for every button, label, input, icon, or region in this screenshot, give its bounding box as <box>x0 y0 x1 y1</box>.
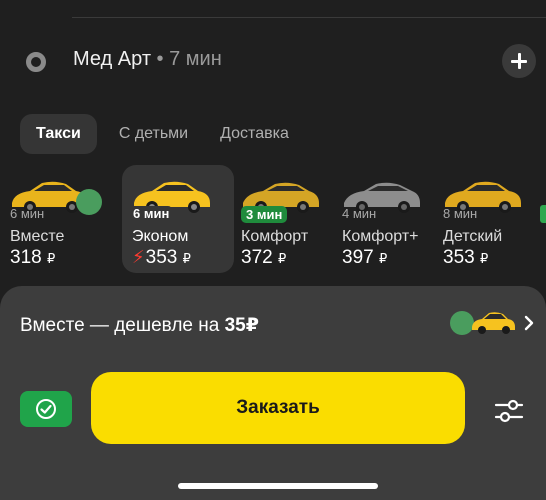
tariff-eta-badge: 3 мин <box>241 206 288 223</box>
next-card-edge <box>540 205 546 223</box>
tab-taxi[interactable]: Такси <box>20 114 97 154</box>
tariff-name: Комфорт+ <box>342 228 419 245</box>
tariff-card-ekonom[interactable]: 6 мин Эконом ⚡353 ₽ <box>122 165 234 273</box>
price-value: 372 <box>241 247 273 268</box>
price-value: 353 <box>145 247 178 268</box>
home-indicator[interactable] <box>178 483 378 489</box>
payment-method-button[interactable] <box>20 391 72 427</box>
price-value: 353 <box>443 247 475 268</box>
tariff-price: 372 ₽ <box>241 247 286 269</box>
tariff-price: 397 ₽ <box>342 247 387 269</box>
tariff-card-komfort[interactable]: 3 мин Комфорт 372 ₽ <box>231 165 343 273</box>
destination-row[interactable]: Мед Арт • 7 мин <box>0 36 546 84</box>
currency-symbol: ₽ <box>378 251 388 266</box>
tab-with-kids[interactable]: С детьми <box>103 114 204 154</box>
chevron-right-icon[interactable] <box>523 315 535 331</box>
promo-text: Вместе — дешевле на <box>20 315 225 336</box>
tariff-name: Вместе <box>10 228 65 245</box>
promo-banner[interactable]: Вместе — дешевле на 35₽ <box>20 314 259 337</box>
promo-amount: 35₽ <box>224 315 259 336</box>
tariff-card-detskiy[interactable]: 8 мин Детский 353 ₽ <box>433 165 545 273</box>
tariff-eta: 8 мин <box>443 206 478 221</box>
tariff-eta: 6 мин <box>10 206 45 221</box>
shared-ride-icon <box>76 189 102 215</box>
check-circle-icon <box>36 399 56 419</box>
currency-symbol: ₽ <box>277 251 287 266</box>
surge-bolt-icon: ⚡ <box>132 247 145 267</box>
order-button[interactable]: Заказать <box>91 372 465 444</box>
tariff-card-vmeste[interactable]: 6 мин Вместе 318 ₽ <box>0 165 112 273</box>
tab-delivery[interactable]: Доставка <box>204 114 305 154</box>
tariff-carousel: 6 мин Вместе 318 ₽ 6 мин Эконом ⚡353 ₽ 3… <box>0 165 546 275</box>
currency-symbol: ₽ <box>46 251 56 266</box>
destination-ring-icon <box>26 52 46 72</box>
tariff-price: ⚡353 ₽ <box>132 247 191 269</box>
tariff-name: Эконом <box>132 228 189 245</box>
tariff-name: Комфорт <box>241 228 309 245</box>
category-tabs: Такси С детьми Доставка <box>20 114 305 154</box>
divider <box>72 17 546 18</box>
currency-symbol: ₽ <box>182 251 191 266</box>
currency-symbol: ₽ <box>479 251 489 266</box>
add-stop-button[interactable] <box>502 44 536 78</box>
tariff-eta: 4 мин <box>342 206 377 221</box>
order-panel: Вместе — дешевле на 35₽ Заказать <box>0 286 546 500</box>
tariff-eta: 6 мин <box>130 206 173 221</box>
car-icon <box>472 312 515 334</box>
tariff-sheet: Мед Арт • 7 мин Такси С детьми Доставка … <box>0 0 546 300</box>
destination-label: Мед Арт • 7 мин <box>73 48 222 71</box>
tariff-name: Детский <box>443 228 503 245</box>
tariff-card-komfort-plus[interactable]: 4 мин Комфорт+ 397 ₽ <box>332 165 444 273</box>
sliders-icon[interactable] <box>494 398 524 424</box>
price-value: 397 <box>342 247 374 268</box>
price-value: 318 <box>10 247 42 268</box>
destination-eta: • 7 мин <box>150 48 222 70</box>
destination-name: Мед Арт <box>73 48 151 70</box>
tariff-price: 318 ₽ <box>10 247 55 269</box>
tariff-price: 353 ₽ <box>443 247 488 269</box>
